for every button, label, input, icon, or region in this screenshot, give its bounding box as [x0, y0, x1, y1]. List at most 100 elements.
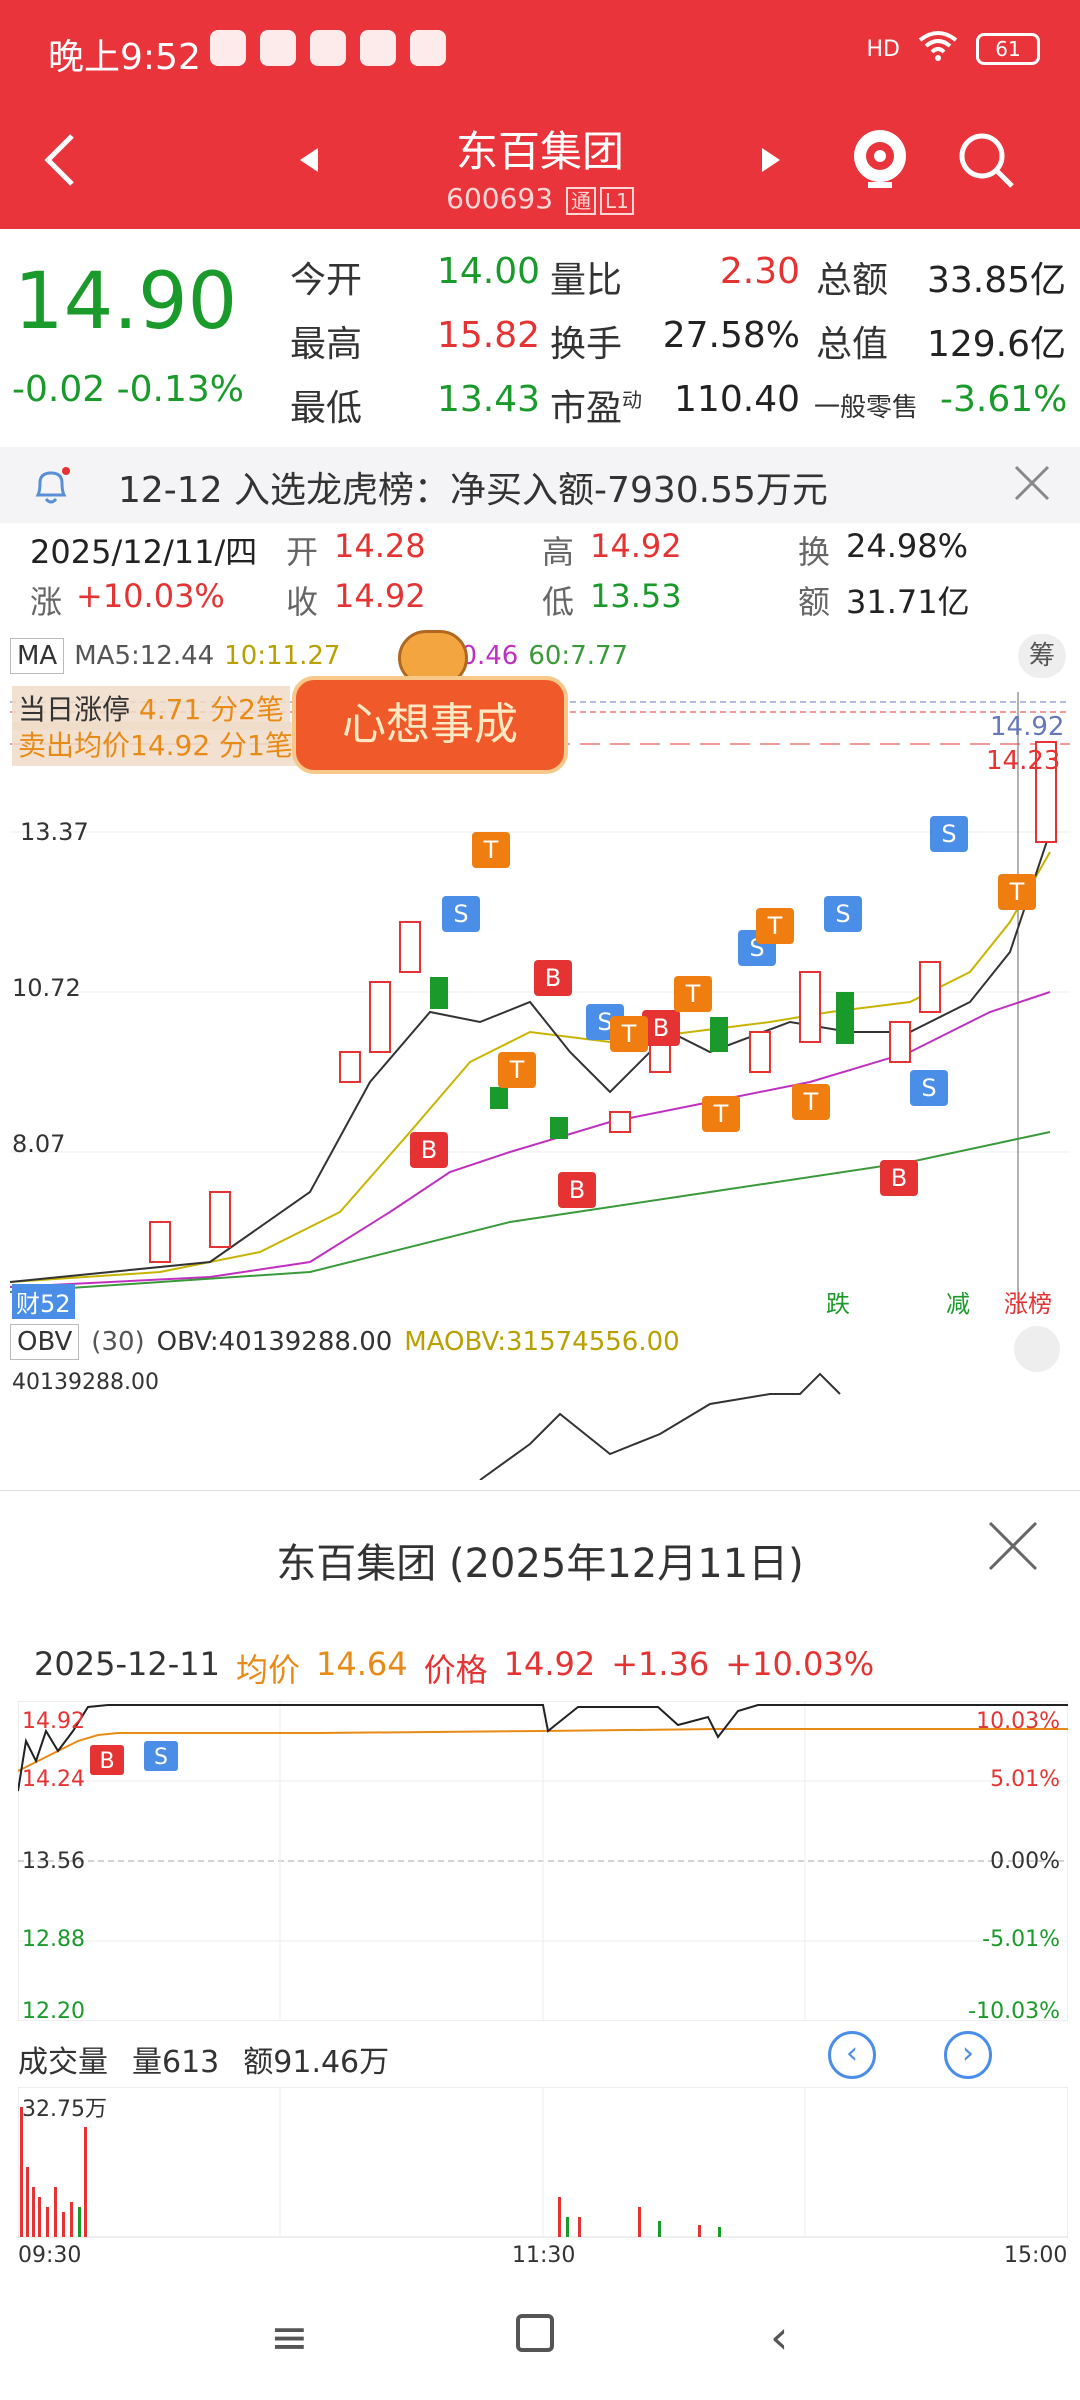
top-price-2: 14.23 [986, 746, 1061, 776]
intraday-y-right-3: 0.00% [990, 1849, 1060, 1874]
open-label: 今开 [290, 260, 363, 301]
open-value: 14.00 [436, 251, 540, 292]
day-turnover: 24.98% [846, 527, 969, 565]
signal-icon: HD [866, 36, 900, 62]
day-amount-label: 额 [798, 583, 831, 621]
die-badge[interactable]: 跌 [826, 1284, 850, 1319]
market-cap-label: 总值 [816, 324, 889, 365]
expand-icon[interactable] [1014, 1326, 1060, 1372]
low-value: 13.43 [436, 379, 540, 420]
assistant-icon[interactable] [850, 126, 910, 196]
alarm-icon [210, 30, 246, 66]
jian-badge[interactable]: 减 [946, 1284, 970, 1319]
tong-badge: 通 [565, 187, 596, 215]
qq-icon [360, 30, 396, 66]
amount-value: 33.85亿 [926, 260, 1066, 301]
popup-title: 东百集团 (2025年12月11日) [276, 1541, 804, 1587]
home-icon[interactable] [516, 2314, 554, 2352]
menu-icon[interactable]: ≡ [270, 2310, 309, 2364]
page-title: 东百集团 [455, 127, 624, 176]
level-badge: L1 [599, 187, 634, 215]
ma-select-button[interactable]: MA [10, 638, 65, 674]
popup-info: 2025-12-11 均价 14.64 价格 14.92 +1.36 +10.0… [34, 1645, 875, 1689]
stock-code: 600693 通 L1 [0, 182, 1080, 215]
time-axis-mid: 11:30 [512, 2243, 576, 2268]
svg-text:B: B [569, 1176, 585, 1204]
svg-text:B: B [99, 1749, 114, 1774]
day-high: 14.92 [590, 527, 682, 565]
intraday-y-right-1: 10.03% [976, 1709, 1060, 1734]
day-info: 2025/12/11/四 开 14.28 高 14.92 换 24.98% 涨 … [0, 523, 1080, 623]
high-value: 15.82 [436, 315, 540, 356]
sector-label[interactable]: 一般零售 [814, 387, 918, 424]
notice-text: 12-12 入选龙虎榜：净买入额-7930.55万元 [118, 470, 828, 511]
prev-day-button[interactable]: ‹ [828, 2031, 876, 2079]
day-high-label: 高 [542, 533, 575, 571]
svg-text:T: T [509, 1056, 525, 1084]
day-turnover-label: 换 [798, 533, 831, 571]
wechat-icon [410, 30, 446, 66]
zhang-badge[interactable]: 涨榜 [1004, 1284, 1052, 1319]
back-nav-icon[interactable]: ‹ [770, 2310, 788, 2364]
intraday-chart[interactable]: B S [18, 1701, 1068, 2021]
search-icon[interactable] [956, 130, 1016, 194]
next-stock-icon[interactable] [760, 146, 782, 178]
wifi-icon [918, 30, 958, 68]
day-amount: 31.71亿 [846, 583, 970, 621]
intraday-y-right-5: -10.03% [968, 1999, 1060, 2024]
current-price: 14.90 [14, 257, 238, 347]
pe-label: 市盈动 [550, 388, 643, 429]
close-notice-icon[interactable] [1012, 463, 1052, 507]
sticker-banner[interactable]: 心想事成 [292, 676, 568, 774]
volume-value: 量613 [132, 2045, 220, 2080]
intraday-y-left-2: 14.24 [22, 1767, 85, 1792]
nfc-icon [260, 30, 296, 66]
ma5-value: MA5:12.44 [74, 641, 215, 671]
intraday-y-left-3: 13.56 [22, 1849, 85, 1874]
volume-chart [18, 2087, 1068, 2238]
obv-chart [479, 1372, 841, 1480]
volume-label: 成交量 [18, 2045, 108, 2080]
day-rise: +10.03% [76, 577, 225, 615]
svg-text:S: S [921, 1074, 936, 1102]
cai-badge[interactable]: 财52 [12, 1284, 75, 1319]
chips-button[interactable]: 筹 [1018, 634, 1066, 678]
volume-row: 成交量 量613 额91.46万 [18, 2037, 389, 2081]
turnover-value: 27.58% [662, 315, 800, 356]
time-axis-start: 09:30 [18, 2243, 82, 2268]
svg-text:T: T [803, 1088, 819, 1116]
amount-value: 额91.46万 [243, 2045, 390, 2080]
status-right: HD 61 [867, 30, 1040, 68]
svg-text:S: S [941, 820, 956, 848]
ma60-value: 60:7.77 [528, 641, 629, 671]
volume-axis-label: 32.75万 [22, 2097, 107, 2122]
ma10-value: 10:11.27 [224, 641, 341, 671]
next-day-button[interactable]: › [944, 2031, 992, 2079]
day-rise-label: 涨 [30, 583, 63, 621]
svg-text:T: T [767, 912, 783, 940]
svg-text:T: T [685, 980, 701, 1008]
svg-text:T: T [713, 1100, 729, 1128]
obv-select-button[interactable]: OBV [10, 1324, 80, 1360]
time-axis-end: 15:00 [1004, 2243, 1068, 2268]
intraday-y-left-4: 12.88 [22, 1927, 85, 1952]
ma20-value: 0.46 [460, 641, 519, 671]
notice-bar[interactable]: 12-12 入选龙虎榜：净买入额-7930.55万元 [0, 447, 1080, 523]
intraday-y-left-1: 14.92 [22, 1709, 85, 1734]
market-cap-value: 129.6亿 [926, 324, 1066, 365]
svg-text:T: T [621, 1020, 637, 1048]
ma-row: MA MA5:12.44 10:11.27 0.46 60:7.77 [10, 632, 628, 680]
intraday-y-right-4: -5.01% [982, 1927, 1060, 1952]
volume-ratio-label: 量比 [550, 260, 623, 301]
pe-value: 110.40 [674, 379, 800, 420]
status-time: 晚上9:52 [48, 37, 201, 78]
notification-icons [210, 30, 446, 66]
intraday-y-left-5: 12.20 [22, 1999, 85, 2024]
day-low: 13.53 [590, 577, 682, 615]
close-icon[interactable] [986, 1519, 1040, 1583]
day-low-label: 低 [542, 583, 575, 621]
svg-text:B: B [891, 1164, 907, 1192]
maobv-value: MAOBV:31574556.00 [404, 1327, 680, 1357]
day-close-label: 收 [286, 583, 319, 621]
obv-axis-label: 40139288.00 [12, 1370, 159, 1395]
